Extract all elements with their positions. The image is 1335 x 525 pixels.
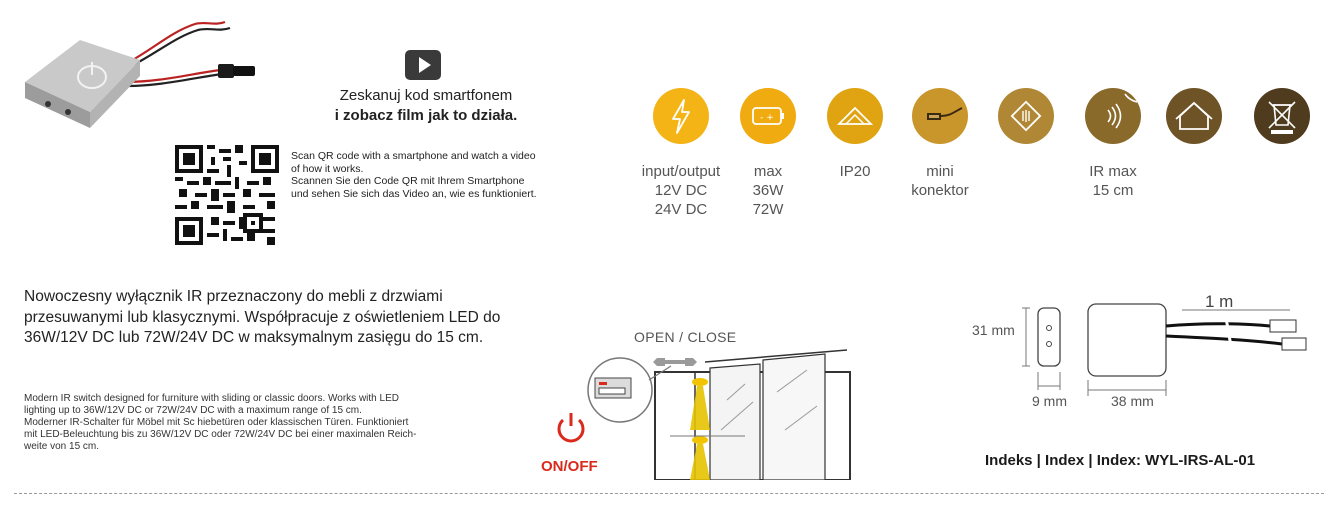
- description-line: Moderner IR-Schalter für Möbel mit Sc hi…: [24, 417, 409, 428]
- feature-label-connector: mini konektor: [911, 163, 969, 199]
- play-icon[interactable]: [405, 50, 441, 80]
- on-off-label: ON/OFF: [541, 458, 598, 475]
- qr-code-icon[interactable]: [175, 145, 279, 245]
- scan-text-en-de: Scan QR code with a smartphone and watch…: [291, 150, 611, 200]
- divider: [14, 493, 1324, 494]
- cabinet-illustration: [557, 349, 851, 480]
- feature-label-input-output: input/output 12V DC 24V DC: [641, 163, 721, 218]
- dim-depth: 9 mm: [1032, 393, 1067, 409]
- description-line: lighting up to 36W/12V DC or 72W/24V DC …: [24, 405, 362, 416]
- scan-line: Scannen Sie den Code QR mit Ihrem Smartp…: [291, 175, 525, 187]
- ir-hand-icon: [1085, 88, 1141, 144]
- scan-pl-line1: Zeskanuj kod smartfonem: [339, 87, 513, 104]
- lightning-icon: [653, 88, 709, 144]
- description-line: Modern IR switch designed for furniture …: [24, 393, 399, 404]
- mini-connector-icon: [912, 88, 968, 144]
- scan-pl-line2: i zobacz film jak to działa.: [334, 107, 518, 124]
- feature-label-max: max 36W 72W: [752, 163, 784, 218]
- dim-height: 31 mm: [972, 322, 1015, 338]
- dim-width: 38 mm: [1111, 393, 1154, 409]
- index-label: Indeks | Index | Index: WYL-IRS-AL-01: [985, 452, 1256, 469]
- description-line: weite von 15 cm.: [24, 441, 100, 452]
- scan-line: Scan QR code with a smartphone and watch…: [291, 150, 536, 162]
- feature-label-ip20: IP20: [839, 163, 871, 180]
- description-en-de: Modern IR switch designed for furniture …: [24, 393, 516, 453]
- svg-text:- +: - +: [760, 113, 774, 123]
- description-pl: Nowoczesny wyłącznik IR przeznaczony do …: [24, 288, 501, 346]
- no-bin-icon: [1254, 88, 1310, 144]
- scan-text-pl: Zeskanuj kod smartfonem i zobacz film ja…: [300, 86, 552, 126]
- ip20-icon: [827, 88, 883, 144]
- house-icon: [1166, 88, 1222, 144]
- dim-cable: 1 m: [1205, 292, 1234, 311]
- battery-icon: - +: [740, 88, 796, 144]
- scan-line: of how it works.: [291, 162, 364, 175]
- description-line: mit LED-Beleuchtung bis zu 36W/12V DC od…: [24, 429, 417, 440]
- scan-line: und sehen Sie sich das Video an, wie es …: [291, 187, 537, 200]
- product-photo: [25, 20, 255, 128]
- sliding-door-icon: [998, 88, 1054, 144]
- feature-label-ir: IR max 15 cm: [1089, 163, 1137, 199]
